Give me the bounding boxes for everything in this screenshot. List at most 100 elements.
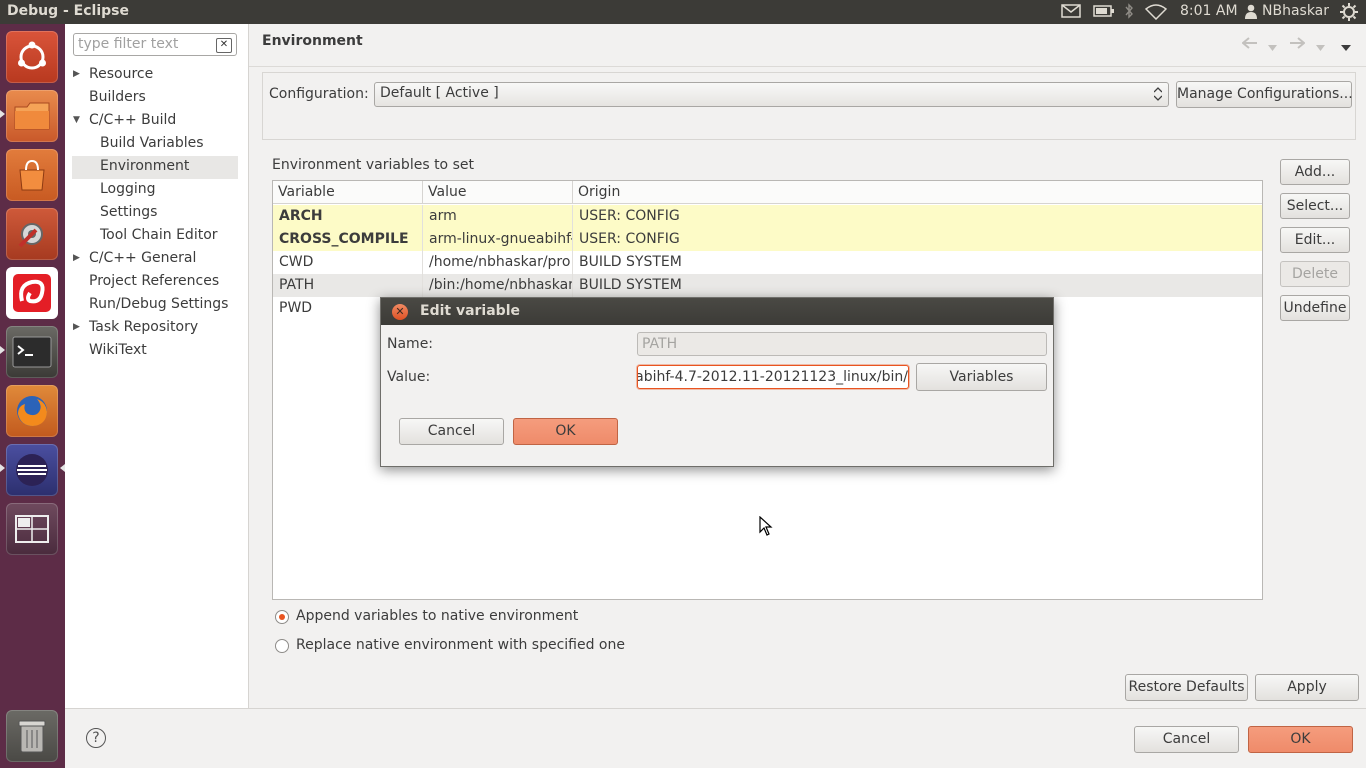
name-field[interactable]: PATH <box>637 332 1047 356</box>
close-icon[interactable]: ✕ <box>392 304 408 320</box>
column-header-value[interactable]: Value <box>423 181 573 204</box>
dialog-ok-button[interactable]: OK <box>513 418 618 445</box>
back-dropdown-icon[interactable] <box>1268 39 1277 55</box>
configuration-label: Configuration: <box>269 86 369 102</box>
expand-arrow-icon[interactable]: ▶ <box>73 316 80 339</box>
nav-item-task-repository[interactable]: ▶ Task Repository <box>73 316 198 339</box>
cell-value: /home/nbhaskar/pro <box>423 251 573 274</box>
mail-icon[interactable] <box>1061 4 1081 22</box>
dialog-titlebar[interactable]: ✕ Edit variable <box>381 298 1053 325</box>
clear-filter-icon[interactable]: ✕ <box>216 38 232 53</box>
filter-placeholder: type filter text <box>78 36 179 52</box>
configuration-value: Default [ Active ] <box>380 85 499 101</box>
nav-item-logging[interactable]: Logging <box>100 178 156 201</box>
collapse-arrow-icon[interactable]: ▼ <box>73 109 80 132</box>
env-vars-label: Environment variables to set <box>272 157 474 173</box>
cell-variable: ARCH <box>273 205 423 228</box>
bluetooth-icon[interactable] <box>1124 3 1134 24</box>
edit-button[interactable]: Edit... <box>1280 227 1350 253</box>
cell-origin: BUILD SYSTEM <box>579 277 682 293</box>
value-label: Value: <box>387 369 431 385</box>
forward-dropdown-icon[interactable] <box>1316 39 1325 55</box>
expand-arrow-icon[interactable]: ▶ <box>73 63 80 86</box>
workspace-switcher-icon[interactable] <box>6 503 58 555</box>
filter-input[interactable]: type filter text ✕ <box>73 33 237 56</box>
nav-item-resource[interactable]: ▶ Resource <box>73 63 153 86</box>
nav-item-settings[interactable]: Settings <box>100 201 157 224</box>
configuration-select[interactable]: Default [ Active ] <box>374 82 1169 107</box>
restore-defaults-button[interactable]: Restore Defaults <box>1125 674 1248 701</box>
apply-button[interactable]: Apply <box>1255 674 1359 701</box>
nav-item-run-debug-settings[interactable]: Run/Debug Settings <box>89 293 228 316</box>
table-row[interactable]: ARCH arm USER: CONFIG <box>273 205 1262 228</box>
edit-variable-dialog: ✕ Edit variable Name: PATH Value: ueabih… <box>380 297 1054 467</box>
clock[interactable]: 8:01 AM <box>1180 3 1238 19</box>
cell-variable: CROSS_COMPILE <box>273 228 423 251</box>
table-row[interactable]: CWD /home/nbhaskar/pro BUILD SYSTEM <box>273 251 1262 274</box>
delete-button[interactable]: Delete <box>1280 261 1350 287</box>
table-row[interactable]: CROSS_COMPILE arm-linux-gnueabihf- USER:… <box>273 228 1262 251</box>
cell-origin: USER: CONFIG <box>579 208 680 224</box>
nav-item-tool-chain-editor[interactable]: Tool Chain Editor <box>100 224 218 247</box>
append-radio-label[interactable]: Append variables to native environment <box>296 608 578 624</box>
cell-value: arm <box>423 205 573 228</box>
dialog-title: Edit variable <box>420 303 520 319</box>
nav-item-cpp-build[interactable]: ▼ C/C++ Build <box>73 109 176 132</box>
files-icon[interactable] <box>6 90 58 142</box>
nav-item-wikitext[interactable]: WikiText <box>89 339 147 362</box>
cell-variable: CWD <box>273 251 423 274</box>
view-menu-icon[interactable] <box>1341 39 1351 55</box>
column-header-variable[interactable]: Variable <box>273 181 423 204</box>
software-center-icon[interactable] <box>6 149 58 201</box>
dialog-button-bar: ? Cancel OK <box>65 708 1366 768</box>
select-arrows-icon <box>1153 87 1163 105</box>
system-settings-icon[interactable] <box>6 208 58 260</box>
airtel-icon[interactable] <box>6 267 58 319</box>
undefine-button[interactable]: Undefine <box>1280 295 1350 321</box>
user-icon[interactable] <box>1245 4 1257 23</box>
window-title: Debug - Eclipse <box>7 3 129 19</box>
cell-origin: USER: CONFIG <box>579 231 680 247</box>
name-label: Name: <box>387 336 434 352</box>
value-field[interactable]: ueabihf-4.7-2012.11-20121123_linux/bin/ <box>637 365 909 389</box>
user-name[interactable]: NBhaskar <box>1262 3 1329 19</box>
nav-item-builders[interactable]: Builders <box>89 86 146 109</box>
mouse-cursor-icon <box>759 515 773 540</box>
nav-item-cpp-general[interactable]: ▶ C/C++ General <box>73 247 196 270</box>
dialog-cancel-button[interactable]: Cancel <box>399 418 504 445</box>
column-header-origin[interactable]: Origin <box>573 181 1262 204</box>
table-row-selected[interactable]: PATH /bin:/home/nbhaskar BUILD SYSTEM <box>273 274 1262 297</box>
replace-radio[interactable] <box>275 639 289 653</box>
cell-origin: BUILD SYSTEM <box>579 254 682 270</box>
top-panel: Debug - Eclipse 8:01 AM NBhaskar <box>0 0 1366 24</box>
eclipse-icon[interactable] <box>6 444 58 496</box>
gear-icon[interactable] <box>1340 3 1358 25</box>
cell-variable: PATH <box>273 274 423 297</box>
manage-configurations-button[interactable]: Manage Configurations... <box>1176 81 1353 108</box>
battery-icon[interactable] <box>1093 5 1115 21</box>
nav-item-build-variables[interactable]: Build Variables <box>100 132 204 155</box>
variables-button[interactable]: Variables <box>916 363 1047 391</box>
forward-arrow-icon[interactable] <box>1289 37 1306 53</box>
replace-radio-label[interactable]: Replace native environment with specifie… <box>296 637 625 653</box>
back-arrow-icon[interactable] <box>1241 37 1258 53</box>
nav-item-project-references[interactable]: Project References <box>89 270 219 293</box>
add-button[interactable]: Add... <box>1280 159 1350 185</box>
trash-icon[interactable] <box>6 710 58 762</box>
ubuntu-logo-icon[interactable] <box>6 31 58 83</box>
select-button[interactable]: Select... <box>1280 193 1350 219</box>
terminal-icon[interactable] <box>6 326 58 378</box>
cancel-button[interactable]: Cancel <box>1134 726 1239 753</box>
preferences-tree: type filter text ✕ ▶ Resource Builders ▼ C… <box>65 24 249 708</box>
append-radio[interactable] <box>275 610 289 624</box>
firefox-icon[interactable] <box>6 385 58 437</box>
help-icon[interactable]: ? <box>86 728 106 748</box>
wifi-icon[interactable] <box>1144 4 1168 24</box>
nav-item-environment[interactable]: Environment <box>100 155 189 178</box>
ok-button[interactable]: OK <box>1248 726 1353 753</box>
expand-arrow-icon[interactable]: ▶ <box>73 247 80 270</box>
cell-value: arm-linux-gnueabihf- <box>423 228 573 251</box>
launcher <box>0 24 65 768</box>
cell-value: /bin:/home/nbhaskar <box>423 274 573 297</box>
page-title: Environment <box>262 33 363 49</box>
